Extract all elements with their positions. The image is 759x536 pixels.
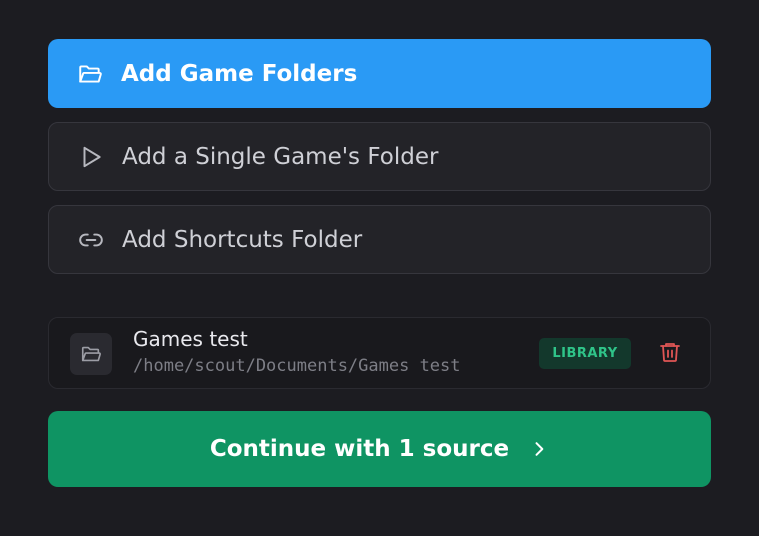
add-single-game-folder-label: Add a Single Game's Folder xyxy=(122,143,439,170)
source-path: /home/scout/Documents/Games test xyxy=(133,356,461,376)
trash-icon xyxy=(658,340,682,368)
folder-open-icon xyxy=(76,60,104,88)
continue-button[interactable]: Continue with 1 source xyxy=(48,411,711,487)
add-shortcuts-folder-label: Add Shortcuts Folder xyxy=(122,226,363,253)
add-game-folders-label: Add Game Folders xyxy=(121,60,358,87)
folder-icon xyxy=(70,333,112,375)
link-icon xyxy=(77,226,105,254)
source-item: Games test /home/scout/Documents/Games t… xyxy=(48,317,711,389)
add-single-game-folder-button[interactable]: Add a Single Game's Folder xyxy=(48,122,711,191)
source-type-badge: LIBRARY xyxy=(539,338,631,369)
delete-source-button[interactable] xyxy=(656,340,684,368)
add-game-folders-button[interactable]: Add Game Folders xyxy=(48,39,711,108)
source-name: Games test xyxy=(133,327,248,351)
continue-label: Continue with 1 source xyxy=(209,436,510,462)
chevron-right-icon xyxy=(529,439,549,459)
play-icon xyxy=(77,143,105,171)
add-shortcuts-folder-button[interactable]: Add Shortcuts Folder xyxy=(48,205,711,274)
